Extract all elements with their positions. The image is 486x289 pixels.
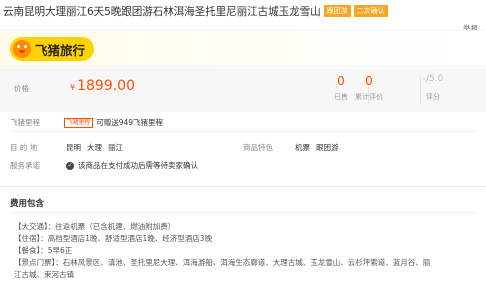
confirm-badge: 二次确认 <box>353 5 388 17</box>
fee-line: 江古城、束河古镇 <box>14 270 74 279</box>
fee-line: 【餐食】：5早6正 <box>14 246 73 255</box>
check-icon: ✓ <box>66 161 74 170</box>
currency-symbol: ¥ <box>70 83 76 92</box>
features-label: 商品特色 <box>243 143 273 152</box>
service-text: 该商品在支付成功后需等待卖家确认 <box>78 161 198 170</box>
mileage-row: 飞猪里程 飞猪里程 可赠送949飞猪里程 <box>10 117 163 128</box>
pig-mascot-icon <box>13 40 31 58</box>
mileage-label: 飞猪里程 <box>10 118 40 127</box>
product-title-row: 云南昆明大理丽江6天5晚跟团游石林洱海圣托里尼丽江古城玉龙雪山 跟团游 二次确认 <box>3 3 483 19</box>
fliggy-logo[interactable]: 飞猪旅行 <box>10 37 95 61</box>
divider <box>10 212 476 213</box>
fee-line: 【大交通】：往返机票（已含机建、燃油附加费） <box>14 222 176 231</box>
rating-stat: -/5.0 评分 <box>408 74 458 102</box>
feature-item: 跟团游 <box>316 143 339 152</box>
brand-name: 飞猪旅行 <box>35 42 86 58</box>
rating-label: 评分 <box>426 93 440 101</box>
destination-place: 大理 <box>87 143 102 152</box>
mileage-tag: 飞猪里程 <box>64 117 94 128</box>
reviews-count: 0 <box>365 74 373 88</box>
price-amount: 1899.00 <box>77 78 135 94</box>
service-label: 服务承诺 <box>10 161 40 170</box>
fee-line: 【景点门票】：石林风景区、滇池、圣托里尼大理、洱海游船、洱海生态廊道、大理古城、… <box>14 258 431 267</box>
destination-label: 目 的 地 <box>10 143 38 152</box>
price-label: 价格 <box>14 84 29 93</box>
price-panel: 价格 ¥1899.00 0 已售 0 累计评价 -/5.0 评分 <box>0 68 486 112</box>
destination-place: 昆明 <box>66 143 81 152</box>
divider <box>10 131 476 132</box>
mileage-text: 可赠送949飞猪里程 <box>96 118 164 127</box>
reviews-stat[interactable]: 0 累计评价 <box>344 74 394 102</box>
features-row: 商品特色 机票 跟团游 <box>243 142 339 153</box>
tour-type-badge: 跟团游 <box>323 5 351 17</box>
destination-row: 目 的 地 昆明 大理 丽江 <box>10 142 123 153</box>
destination-place: 丽江 <box>108 143 123 152</box>
fee-title: 费用包含 <box>10 199 45 209</box>
feature-item: 机票 <box>295 143 310 152</box>
rating-value: -/5.0 <box>422 74 444 84</box>
reviews-label: 累计评价 <box>355 93 383 101</box>
fee-line: 【住宿】：高档型酒店1晚、舒适型酒店1晚、经济型酒店3晚 <box>14 234 213 243</box>
price-value: ¥1899.00 <box>70 78 135 94</box>
product-title: 云南昆明大理丽江6天5晚跟团游石林洱海圣托里尼丽江古城玉龙雪山 <box>3 5 321 18</box>
brand-bar: 飞猪旅行 <box>0 30 486 67</box>
service-row: 服务承诺 ✓ 该商品在支付成功后需等待卖家确认 <box>10 160 198 171</box>
fee-panel: 费用包含 【大交通】：往返机票（已含机建、燃油附加费） 【住宿】：高档型酒店1晚… <box>0 186 486 289</box>
